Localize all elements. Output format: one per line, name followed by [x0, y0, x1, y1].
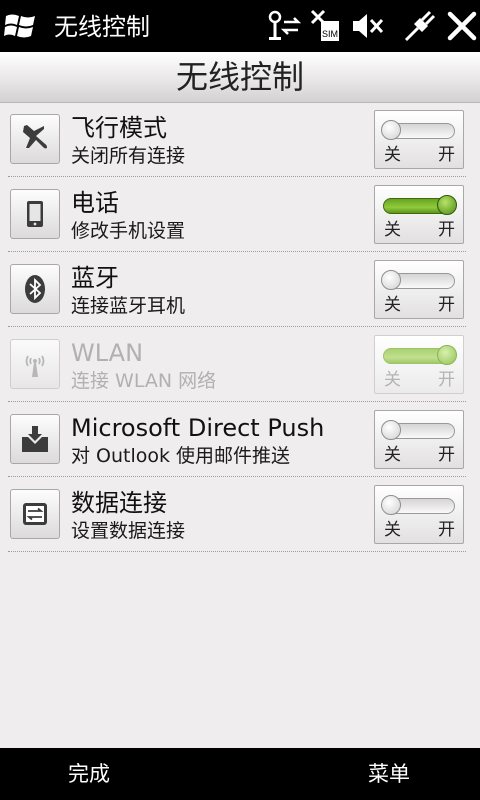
toggle-on-label: 开 — [438, 445, 455, 465]
toggle-off-label: 关 — [384, 520, 401, 540]
toggle-knob[interactable] — [381, 270, 401, 290]
done-softkey[interactable]: 完成 — [68, 748, 110, 800]
setting-title[interactable]: 数据连接 — [71, 489, 167, 517]
toggle-on-label: 开 — [438, 220, 455, 240]
setting-title[interactable]: Microsoft Direct Push — [71, 414, 324, 442]
status-bar-title: 无线控制 — [54, 13, 150, 41]
toggle-knob[interactable] — [381, 495, 401, 515]
setting-toggle[interactable]: 关开 — [374, 110, 464, 169]
usb-connection-icon[interactable] — [402, 8, 438, 44]
volume-muted-icon[interactable] — [350, 8, 386, 44]
svg-text:SIM: SIM — [322, 29, 338, 39]
toggle-knob[interactable] — [437, 345, 457, 365]
setting-title[interactable]: 电话 — [71, 189, 119, 217]
setting-toggle[interactable]: 关开 — [374, 335, 464, 394]
setting-toggle[interactable]: 关开 — [374, 410, 464, 469]
setting-row[interactable]: 蓝牙 连接蓝牙耳机关开 — [0, 252, 480, 327]
airplane-icon[interactable] — [10, 114, 60, 164]
setting-subtitle: 对 Outlook 使用邮件推送 — [71, 445, 291, 467]
menu-softkey[interactable]: 菜单 — [368, 748, 410, 800]
toggle-off-label: 关 — [384, 145, 401, 165]
setting-subtitle: 修改手机设置 — [71, 220, 186, 242]
close-icon[interactable] — [444, 8, 480, 44]
toggle-off-label: 关 — [384, 445, 401, 465]
toggle-track[interactable] — [381, 270, 455, 290]
page-header: 无线控制 — [0, 52, 480, 103]
setting-subtitle: 设置数据连接 — [71, 520, 186, 542]
phone-icon[interactable] — [10, 189, 60, 239]
setting-title[interactable]: 蓝牙 — [71, 264, 119, 292]
toggle-track[interactable] — [383, 195, 457, 215]
setting-toggle[interactable]: 关开 — [374, 260, 464, 319]
toggle-on-label: 开 — [438, 145, 455, 165]
windows-start-icon[interactable] — [4, 10, 38, 40]
mail-push-icon[interactable] — [10, 414, 60, 464]
setting-row[interactable]: WLAN 连接 WLAN 网络关开 — [0, 327, 480, 402]
setting-subtitle: 连接 WLAN 网络 — [71, 370, 217, 392]
setting-title[interactable]: WLAN — [71, 339, 143, 367]
setting-row[interactable]: 电话 修改手机设置关开 — [0, 177, 480, 252]
setting-row[interactable]: 数据连接 设置数据连接关开 — [0, 477, 480, 552]
setting-subtitle: 关闭所有连接 — [71, 145, 186, 167]
softkey-bar: 完成 菜单 — [0, 748, 480, 800]
toggle-track[interactable] — [381, 120, 455, 140]
page-title: 无线控制 — [175, 58, 304, 96]
toggle-off-label: 关 — [384, 295, 401, 315]
toggle-track[interactable] — [383, 345, 457, 365]
row-divider — [8, 551, 466, 552]
setting-row[interactable]: 飞行模式 关闭所有连接关开 — [0, 102, 480, 177]
toggle-on-label: 开 — [438, 520, 455, 540]
toggle-off-label: 关 — [384, 220, 401, 240]
setting-row[interactable]: Microsoft Direct Push 对 Outlook 使用邮件推送关开 — [0, 402, 480, 477]
setting-toggle[interactable]: 关开 — [374, 185, 464, 244]
bluetooth-icon[interactable] — [10, 264, 60, 314]
setting-toggle[interactable]: 关开 — [374, 485, 464, 544]
toggle-track[interactable] — [381, 420, 455, 440]
toggle-knob[interactable] — [381, 420, 401, 440]
toggle-on-label: 开 — [438, 370, 455, 390]
toggle-knob[interactable] — [437, 195, 457, 215]
toggle-on-label: 开 — [438, 295, 455, 315]
toggle-track[interactable] — [381, 495, 455, 515]
toggle-off-label: 关 — [384, 370, 401, 390]
setting-subtitle: 连接蓝牙耳机 — [71, 295, 186, 317]
data-connection-icon[interactable] — [10, 489, 60, 539]
setting-title[interactable]: 飞行模式 — [71, 114, 167, 142]
status-bar: 无线控制 SIM — [0, 0, 480, 52]
no-sim-icon[interactable]: SIM — [308, 8, 344, 44]
wifi-icon[interactable] — [10, 339, 60, 389]
toggle-knob[interactable] — [381, 120, 401, 140]
antenna-data-icon[interactable] — [266, 8, 302, 44]
